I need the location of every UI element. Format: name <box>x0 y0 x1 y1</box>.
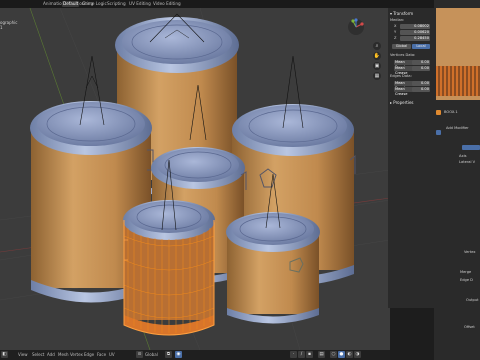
coord-row-z: Z 0.28450 <box>390 36 432 41</box>
vertex-mean-bevel-row[interactable]: Mean Bevel 0.00 <box>390 60 432 69</box>
modifier-edge-data-label: Edge D <box>460 278 473 282</box>
add-modifier-button[interactable]: Add Modifier <box>446 126 469 131</box>
vertex-mean-bevel-label: Mean Bevel <box>394 60 413 69</box>
vertices-data-label: Vertices Data: <box>390 53 416 57</box>
tab-scripting[interactable]: Scripting <box>106 1 127 7</box>
edge-mean-bevel-label: Mean Bevel <box>394 81 413 90</box>
vertex-mean-bevel-field[interactable]: 0.00 <box>412 60 430 65</box>
global-toggle[interactable]: Global <box>392 44 411 49</box>
menu-uv[interactable]: UV <box>109 352 115 358</box>
tab-game-logic[interactable]: Game Logic <box>81 1 108 7</box>
solid-shading-icon[interactable]: ● <box>338 351 345 358</box>
workspace-tab-bar: Animation Compositing Default Game Logic… <box>0 0 480 8</box>
tab-uv-editing[interactable]: UV Editing <box>128 1 152 7</box>
vertex-mean-crease-label: Mean Crease <box>394 66 413 75</box>
texture-preview <box>436 8 480 100</box>
modifier-merge-label: Merge <box>460 270 472 274</box>
properties-header[interactable]: ▸ Properties <box>390 100 414 105</box>
material-shading-icon[interactable]: ◐ <box>346 351 353 358</box>
menu-view[interactable]: View <box>18 352 28 358</box>
snap-icon[interactable]: ⧉ <box>165 351 172 358</box>
pivot-icon[interactable]: ⊙ <box>136 351 143 358</box>
menu-select[interactable]: Select <box>32 352 44 358</box>
edge-mean-bevel-row[interactable]: Mean Bevel 0.00 <box>390 81 432 90</box>
navigation-gizmo[interactable] <box>347 18 365 36</box>
3d-viewport[interactable]: ographic 1 ⌕ ✋ ▣ ▦ <box>0 8 390 350</box>
menu-vertex[interactable]: Vertex <box>70 352 83 358</box>
wrench-icon[interactable] <box>436 130 441 135</box>
menu-face[interactable]: Face <box>97 352 106 358</box>
viewport-sidebar: ▾ Transform Median: X 0.08002 Y 0.00620 … <box>388 8 434 308</box>
viewport-header-bar: ◧ View Select Add Mesh Vertex Edge Face … <box>0 350 390 360</box>
vertex-select-icon[interactable]: · <box>290 351 297 358</box>
object-icon[interactable] <box>436 110 441 115</box>
edge-select-icon[interactable]: / <box>298 351 305 358</box>
modifier-lateral-label: Lateral V <box>459 160 476 164</box>
modifier-tab-active[interactable] <box>462 145 480 150</box>
axis-label-z: Z <box>394 36 397 40</box>
perspective-toggle-icon[interactable]: ▦ <box>373 72 381 80</box>
coord-z-field[interactable]: 0.28450 <box>400 36 430 41</box>
modifier-axis-label: Axis <box>459 154 467 158</box>
axis-label-y: Y <box>394 30 397 34</box>
coord-x-field[interactable]: 0.08002 <box>400 24 430 29</box>
tab-default[interactable]: Default <box>62 1 80 7</box>
face-select-icon[interactable]: ▪ <box>306 351 313 358</box>
menu-edge[interactable]: Edge <box>84 352 94 358</box>
modifier-output-label: Output <box>466 298 479 302</box>
menu-add[interactable]: Add <box>47 352 55 358</box>
object-name[interactable]: BOOX.1 <box>444 110 458 115</box>
local-toggle[interactable]: Local <box>412 44 430 49</box>
xray-icon[interactable]: ▤ <box>318 351 325 358</box>
modifier-vertex-label: Vertex <box>464 250 476 254</box>
transform-header[interactable]: ▾ Transform <box>390 11 413 16</box>
camera-view-icon[interactable]: ▣ <box>373 62 381 70</box>
edge-mean-crease-label: Mean Crease <box>394 87 413 96</box>
median-label: Median: <box>390 18 405 22</box>
editor-type-icon[interactable]: ◧ <box>1 351 8 358</box>
rendered-shading-icon[interactable]: ◑ <box>354 351 361 358</box>
proportional-edit-icon[interactable]: ◉ <box>175 351 182 358</box>
wireframe-shading-icon[interactable]: ○ <box>330 351 337 358</box>
edge-mean-bevel-field[interactable]: 0.00 <box>412 81 430 86</box>
properties-editor: BOOX.1 Add Modifier Axis Lateral V Verte… <box>434 0 480 360</box>
vertex-mean-crease-row[interactable]: Mean Crease 0.00 <box>390 66 432 75</box>
edge-mean-crease-row[interactable]: Mean Crease 0.00 <box>390 87 432 96</box>
transform-orientation-dropdown[interactable]: Global <box>145 352 158 358</box>
scene-canvas[interactable] <box>0 8 390 350</box>
texture-stripes <box>436 66 480 96</box>
axis-label-x: X <box>394 24 397 28</box>
coord-row-y: Y 0.00620 <box>390 30 432 35</box>
pan-hand-icon[interactable]: ✋ <box>373 52 381 60</box>
vertex-mean-crease-field[interactable]: 0.00 <box>412 66 430 71</box>
edge-mean-crease-field[interactable]: 0.00 <box>412 87 430 92</box>
tab-video-editing[interactable]: Video Editing <box>152 1 182 7</box>
coord-y-field[interactable]: 0.00620 <box>400 30 430 35</box>
coord-row-x: X 0.08002 <box>390 24 432 29</box>
edges-data-label: Edges Data: <box>390 74 412 78</box>
zoom-icon[interactable]: ⌕ <box>373 42 381 50</box>
menu-mesh[interactable]: Mesh <box>58 352 69 358</box>
modifier-offset-label: Offset <box>464 325 475 329</box>
